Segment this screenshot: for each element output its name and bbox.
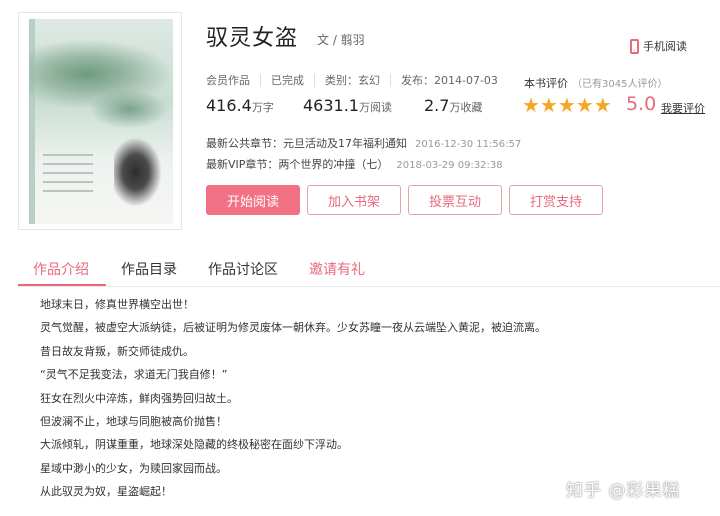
start-reading-button[interactable]: 开始阅读 (206, 185, 300, 215)
meta-status: 已完成 (260, 74, 314, 87)
word-count: 416.4万字 (206, 96, 274, 115)
latest-public-chapter[interactable]: 最新公共章节：元旦活动及17年福利通知 2016-12-30 11:56:57 (206, 135, 521, 151)
meta-member: 会员作品 (206, 74, 250, 87)
rating-score: 5.0 (626, 93, 657, 115)
synopsis-line: 星域中渺小的少女，为赎回家园而战。 (40, 461, 227, 475)
synopsis-line: 灵气觉醒，被虚空大派纳徒，后被证明为修灵废体一朝休弃。少女苏瞳一夜从云端坠入黄泥… (40, 321, 546, 335)
rating-label: 本书评价 （已有3045人评价） (524, 77, 668, 90)
mobile-read-link[interactable]: 手机阅读 (630, 38, 687, 54)
book-title: 驭灵女盗 (206, 26, 299, 51)
mobile-read-label: 手机阅读 (643, 40, 687, 53)
active-tab-indicator (18, 284, 106, 286)
cover-art (29, 19, 173, 224)
favorite-count: 2.7万收藏 (424, 96, 483, 115)
synopsis-line: 昔日故友背叛，新交师徒成仇。 (40, 344, 194, 358)
tab-catalog[interactable]: 作品目录 (121, 259, 177, 279)
tab-bar: 作品介绍 作品目录 作品讨论区 邀请有礼 (18, 250, 720, 287)
book-cover[interactable] (18, 12, 182, 230)
read-count: 4631.1万阅读 (303, 96, 392, 115)
vote-button[interactable]: 投票互动 (408, 185, 502, 215)
synopsis-line: 大派倾轧，阴谋重重，地球深处隐藏的终极秘密在面纱下浮动。 (40, 438, 348, 452)
tip-button[interactable]: 打赏支持 (509, 185, 603, 215)
tab-invite[interactable]: 邀请有礼 (309, 259, 365, 279)
synopsis-line: 狂女在烈火中淬炼，鲜肉强势回归故土。 (40, 391, 238, 405)
meta-publish-date: 发布：2014-07-03 (390, 74, 508, 87)
star-rating-icon: ★★★★★ (522, 93, 612, 117)
book-meta: 会员作品 已完成 类别：玄幻 发布：2014-07-03 (206, 74, 508, 87)
latest-vip-title[interactable]: 两个世界的冲撞（七） (278, 158, 388, 171)
synopsis-line: 但波澜不止，地球与同胞被高价抛售！ (40, 414, 227, 428)
add-to-shelf-button[interactable]: 加入书架 (307, 185, 401, 215)
book-author[interactable]: 文 / 翦羽 (317, 31, 365, 48)
tab-introduction[interactable]: 作品介绍 (33, 259, 89, 279)
synopsis-line: “灵气不足我变法，求道无门我自修！” (40, 368, 228, 382)
latest-public-time: 2016-12-30 11:56:57 (415, 139, 522, 150)
synopsis-line: 地球末日，修真世界横空出世！ (40, 298, 194, 311)
zhihu-watermark: 知乎 @彩果糕 (566, 481, 681, 501)
latest-public-title[interactable]: 元旦活动及17年福利通知 (283, 137, 407, 150)
phone-icon (630, 38, 639, 54)
tab-discussion[interactable]: 作品讨论区 (208, 259, 278, 279)
latest-vip-time: 2018-03-29 09:32:38 (396, 160, 503, 171)
meta-category[interactable]: 类别：玄幻 (314, 74, 390, 87)
latest-vip-chapter[interactable]: 最新VIP章节：两个世界的冲撞（七） 2018-03-29 09:32:38 (206, 156, 503, 172)
rating-count: （已有3045人评价） (572, 79, 668, 90)
rate-book-link[interactable]: 我要评价 (661, 100, 705, 116)
